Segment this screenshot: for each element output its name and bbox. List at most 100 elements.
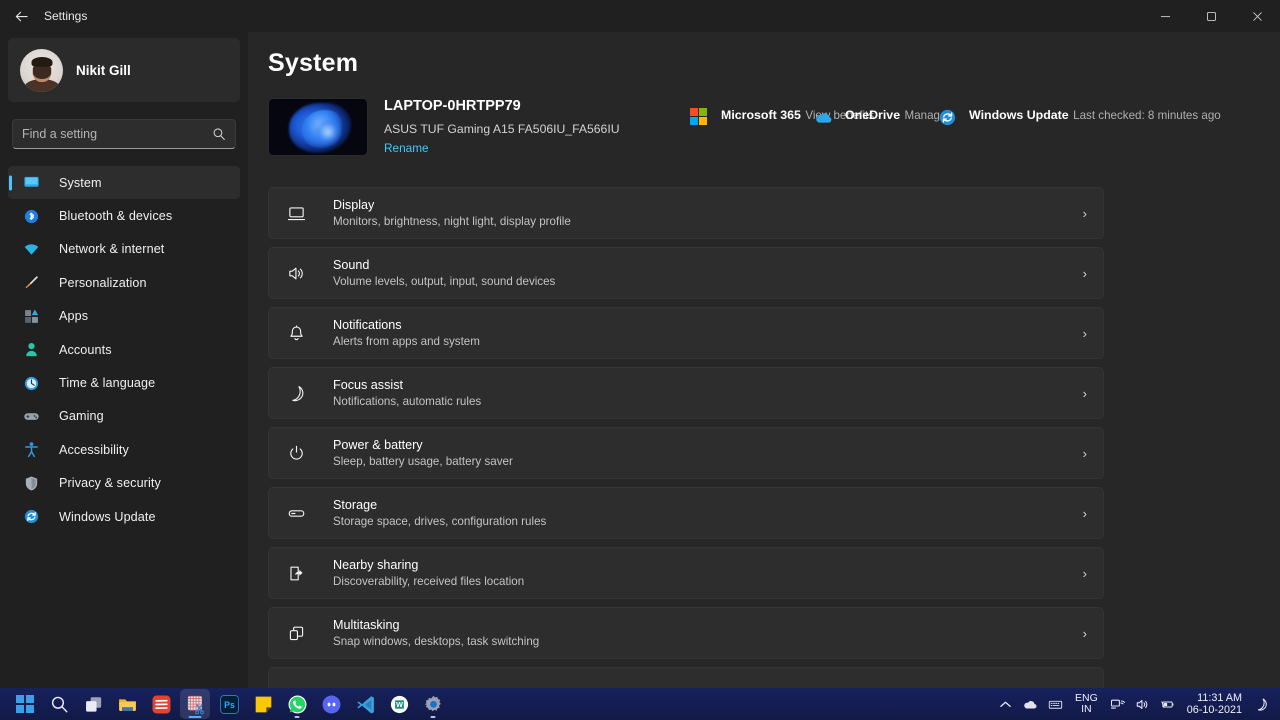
tray-overflow-button[interactable] xyxy=(993,688,1018,720)
row-title: Power & battery xyxy=(333,437,423,452)
todoist-button[interactable] xyxy=(146,689,176,719)
whatsapp-button[interactable] xyxy=(282,689,312,719)
task-view-icon xyxy=(85,696,101,712)
person-icon xyxy=(22,340,41,359)
sidebar-item-windows-update[interactable]: Windows Update xyxy=(8,500,240,533)
settings-list: Display Monitors, brightness, night ligh… xyxy=(268,187,1104,688)
sidebar-item-label: Time & language xyxy=(59,376,156,391)
device-model: ASUS TUF Gaming A15 FA506IU_FA566IU xyxy=(384,122,620,136)
tray-onedrive-button[interactable] xyxy=(1018,688,1043,720)
windows-update-link[interactable]: Windows Update Last checked: 8 minutes a… xyxy=(938,106,1221,127)
sidebar-nav: System Bluetooth & devices Network & int… xyxy=(8,166,240,533)
system-tray: ENG IN 11:31 AM 06-10-2021 xyxy=(993,688,1274,720)
row-subtitle: Discoverability, received files location xyxy=(333,574,525,588)
start-button[interactable] xyxy=(10,689,40,719)
snipping-tool-button[interactable] xyxy=(180,689,210,719)
moon-icon xyxy=(1257,698,1267,711)
search-button[interactable] xyxy=(44,689,74,719)
apps-grid-icon xyxy=(22,307,41,326)
row-title: Multitasking xyxy=(333,617,400,632)
sidebar-item-accounts[interactable]: Accounts xyxy=(8,333,240,366)
main-content: System LAPTOP-0HRTPP79 ASUS TUF Gaming A… xyxy=(248,32,1280,688)
sidebar-item-gaming[interactable]: Gaming xyxy=(8,400,240,433)
maximize-button[interactable] xyxy=(1188,0,1234,32)
row-title: Storage xyxy=(333,497,378,512)
settings-row-display[interactable]: Display Monitors, brightness, night ligh… xyxy=(268,187,1104,239)
discord-button[interactable] xyxy=(316,689,346,719)
sidebar-item-time-language[interactable]: Time & language xyxy=(8,366,240,399)
file-explorer-button[interactable] xyxy=(112,689,142,719)
user-profile[interactable]: Nikit Gill xyxy=(8,38,240,102)
settings-row-partial[interactable] xyxy=(268,667,1104,688)
profile-name: Nikit Gill xyxy=(76,62,131,78)
tray-clock[interactable]: 11:31 AM 06-10-2021 xyxy=(1180,688,1249,720)
close-button[interactable] xyxy=(1234,0,1280,32)
chevron-right-icon: › xyxy=(1082,205,1087,221)
sidebar-item-system[interactable]: System xyxy=(8,166,240,200)
volume-icon xyxy=(1136,699,1148,709)
sidebar-item-apps[interactable]: Apps xyxy=(8,300,240,333)
tray-network-button[interactable] xyxy=(1105,688,1130,720)
monitor-icon xyxy=(285,202,307,224)
power-icon xyxy=(285,442,307,464)
settings-row-power-battery[interactable]: Power & battery Sleep, battery usage, ba… xyxy=(268,427,1104,479)
battery-icon xyxy=(1161,700,1174,708)
link-title: Windows Update xyxy=(969,108,1069,122)
sidebar-item-label: Windows Update xyxy=(59,509,156,524)
settings-row-sound[interactable]: Sound Volume levels, output, input, soun… xyxy=(268,247,1104,299)
sidebar-item-label: Accessibility xyxy=(59,442,129,457)
search-box[interactable] xyxy=(12,119,236,149)
link-title: Microsoft 365 xyxy=(721,108,801,122)
row-title: Display xyxy=(333,197,375,212)
photoshop-icon: Ps xyxy=(219,694,239,714)
tray-keyboard-button[interactable] xyxy=(1043,688,1068,720)
onedrive-link[interactable]: OneDrive Manage xyxy=(814,106,946,127)
device-name: LAPTOP-0HRTPP79 xyxy=(384,98,521,114)
multitasking-windows-icon xyxy=(285,622,307,644)
back-button[interactable] xyxy=(8,3,34,29)
taskbar: Ps W ENG IN 11:31 AM 06-10-2021 xyxy=(0,688,1280,720)
tray-notifications-button[interactable] xyxy=(1249,688,1274,720)
tray-volume-button[interactable] xyxy=(1130,688,1155,720)
settings-window: Settings Nikit Gill Find a setting Syste… xyxy=(0,0,1280,688)
chevron-right-icon: › xyxy=(1082,445,1087,461)
sidebar-item-personalization[interactable]: Personalization xyxy=(8,266,240,299)
settings-row-nearby-sharing[interactable]: Nearby sharing Discoverability, received… xyxy=(268,547,1104,599)
sidebar-item-network-internet[interactable]: Network & internet xyxy=(8,233,240,266)
row-subtitle: Notifications, automatic rules xyxy=(333,394,482,408)
row-title: Sound xyxy=(333,257,370,272)
update-refresh-icon xyxy=(938,108,957,127)
vscode-icon xyxy=(356,695,374,713)
link-title: OneDrive xyxy=(845,108,901,122)
chevron-right-icon: › xyxy=(1082,385,1087,401)
settings-row-focus-assist[interactable]: Focus assist Notifications, automatic ru… xyxy=(268,367,1104,419)
sidebar-item-label: Personalization xyxy=(59,275,147,290)
settings-row-storage[interactable]: Storage Storage space, drives, configura… xyxy=(268,487,1104,539)
sidebar-item-privacy-security[interactable]: Privacy & security xyxy=(8,467,240,500)
search-input[interactable] xyxy=(22,127,212,141)
sidebar-item-bluetooth-devices[interactable]: Bluetooth & devices xyxy=(8,199,240,232)
rename-link[interactable]: Rename xyxy=(384,141,429,155)
region-code: IN xyxy=(1081,703,1092,715)
settings-button[interactable] xyxy=(418,689,448,719)
task-view-button[interactable] xyxy=(78,689,108,719)
sticky-notes-button[interactable] xyxy=(248,689,278,719)
gamepad-icon xyxy=(22,407,41,426)
row-subtitle: Volume levels, output, input, sound devi… xyxy=(333,274,556,288)
system-icon xyxy=(22,173,41,192)
settings-row-notifications[interactable]: Notifications Alerts from apps and syste… xyxy=(268,307,1104,359)
sticky-notes-icon xyxy=(255,696,271,712)
minimize-button[interactable] xyxy=(1142,0,1188,32)
word-button[interactable]: W xyxy=(384,689,414,719)
chevron-right-icon: › xyxy=(1082,265,1087,281)
photoshop-button[interactable]: Ps xyxy=(214,689,244,719)
link-subtitle: Last checked: 8 minutes ago xyxy=(1073,109,1221,122)
sidebar-item-accessibility[interactable]: Accessibility xyxy=(8,433,240,466)
bluetooth-icon xyxy=(22,207,41,226)
vscode-button[interactable] xyxy=(350,689,380,719)
discord-icon xyxy=(322,695,340,713)
tray-battery-button[interactable] xyxy=(1155,688,1180,720)
tray-language-button[interactable]: ENG IN xyxy=(1068,688,1105,720)
sidebar-item-label: Gaming xyxy=(59,409,104,424)
settings-row-multitasking[interactable]: Multitasking Snap windows, desktops, tas… xyxy=(268,607,1104,659)
